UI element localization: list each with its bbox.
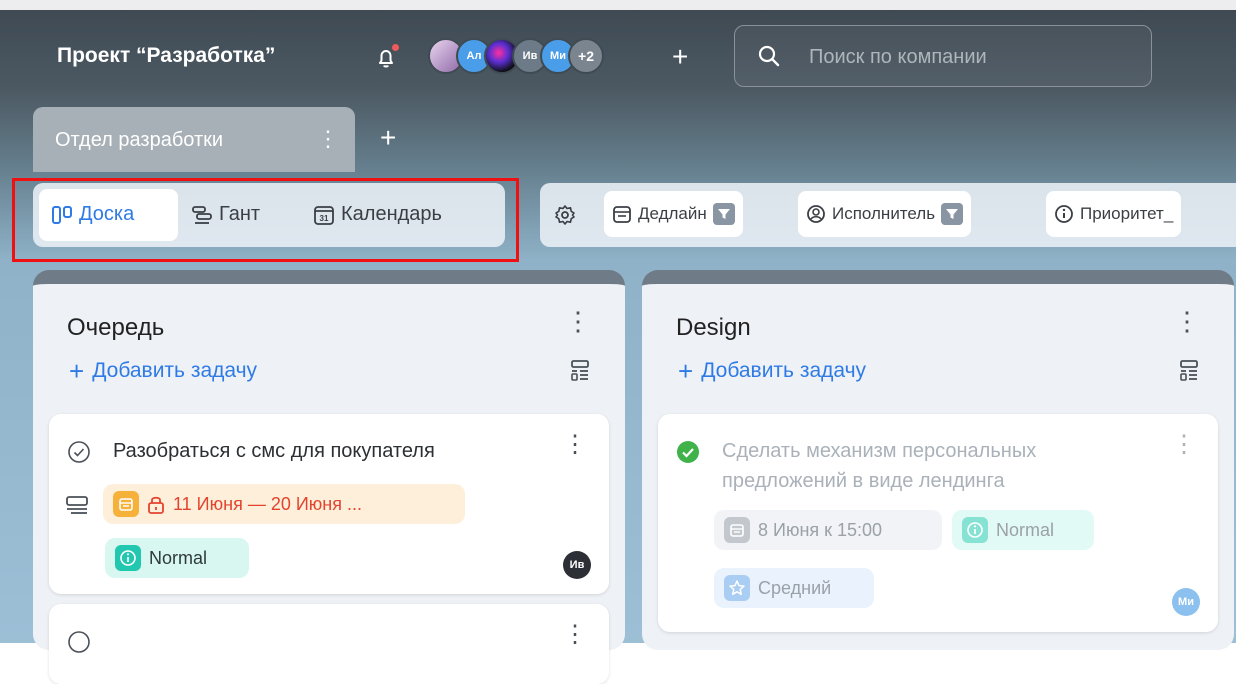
card-kebab-icon[interactable]: ⋮	[563, 430, 587, 459]
deadline-badge[interactable]: 8 Июня к 15:00	[714, 510, 942, 550]
add-task-button[interactable]: + Добавить задачу	[69, 356, 258, 386]
check-done-icon[interactable]	[676, 440, 700, 464]
check-circle-icon[interactable]	[67, 630, 91, 654]
column-kebab-icon[interactable]: ⋮	[1174, 306, 1200, 337]
task-title[interactable]: Сделать механизм персональных предложени…	[722, 436, 1036, 496]
app-window: Проект “Разработка” Ал Ив Ми +2 + Поиск …	[0, 0, 1236, 684]
lock-icon	[148, 496, 164, 514]
notification-dot	[392, 44, 399, 51]
deadline-text: 8 Июня к 15:00	[758, 519, 883, 540]
priority-text: Normal	[996, 519, 1055, 540]
filter-priority[interactable]: Приоритет_	[1046, 191, 1182, 237]
info-icon	[1055, 205, 1073, 223]
calendar-icon	[113, 491, 139, 517]
assignee-avatar[interactable]: Ив	[563, 551, 591, 579]
add-tab-icon[interactable]: +	[380, 122, 396, 154]
filter-deadline[interactable]: Дедлайн	[604, 191, 743, 237]
column-queue: Очередь ⋮ + Добавить задачу Разобраться …	[33, 270, 625, 684]
filter-assignee[interactable]: Исполнитель	[798, 191, 972, 237]
highlight-frame	[12, 178, 519, 262]
column-kebab-icon[interactable]: ⋮	[565, 306, 591, 337]
task-title[interactable]: Разобраться с смс для покупателя	[113, 436, 435, 466]
tab-department[interactable]: Отдел разработки ⋮	[33, 107, 355, 172]
settings-gear-icon[interactable]	[554, 204, 576, 226]
tag-text: Средний	[758, 577, 832, 598]
task-title-line: предложений в виде лендинга	[722, 470, 1005, 492]
plus-icon: +	[678, 356, 694, 386]
filter-bar: Дедлайн Исполнитель Приоритет_	[540, 183, 1236, 247]
tab-kebab-icon[interactable]: ⋮	[317, 126, 339, 152]
deadline-badge[interactable]: 11 Июня — 20 Июня ...	[103, 484, 465, 524]
column-title: Design	[676, 314, 751, 341]
subtasks-icon	[66, 496, 88, 514]
task-card[interactable]: Разобраться с смс для покупателя ⋮ 11 Ию…	[49, 414, 609, 594]
add-task-label: Добавить задачу	[92, 359, 258, 382]
user-circle-icon	[807, 205, 825, 223]
search-input[interactable]: Поиск по компании	[734, 25, 1152, 87]
plus-icon: +	[69, 356, 85, 386]
star-icon	[724, 575, 750, 601]
column-settings-icon[interactable]	[569, 358, 591, 382]
add-task-button[interactable]: + Добавить задачу	[678, 356, 867, 386]
funnel-icon[interactable]	[712, 203, 735, 225]
task-card[interactable]: ⋮	[49, 604, 609, 684]
info-icon	[962, 517, 988, 543]
calendar-icon	[613, 206, 631, 223]
funnel-icon[interactable]	[941, 203, 964, 225]
task-title-line: Сделать механизм персональных	[722, 440, 1037, 462]
search-icon	[758, 45, 780, 67]
filter-assignee-label: Исполнитель	[832, 204, 936, 223]
tag-badge[interactable]: Средний	[714, 568, 874, 608]
priority-text: Normal	[149, 547, 208, 568]
project-title[interactable]: Проект “Разработка”	[57, 44, 275, 68]
info-icon	[115, 545, 141, 571]
column-design: Design ⋮ + Добавить задачу Сделать механ…	[642, 270, 1234, 650]
member-avatars[interactable]: Ал Ив Ми +2	[428, 38, 604, 76]
more-members-badge[interactable]: +2	[568, 38, 604, 74]
add-member-icon[interactable]: +	[672, 43, 688, 71]
tab-label: Отдел разработки	[55, 129, 224, 151]
filter-priority-label: Приоритет_	[1080, 204, 1174, 223]
priority-badge[interactable]: Normal	[105, 538, 249, 578]
search-placeholder: Поиск по компании	[809, 46, 987, 68]
task-card-completed[interactable]: Сделать механизм персональных предложени…	[658, 414, 1218, 632]
filter-deadline-label: Дедлайн	[638, 204, 707, 223]
column-settings-icon[interactable]	[1178, 358, 1200, 382]
column-title: Очередь	[67, 314, 165, 341]
card-kebab-icon[interactable]: ⋮	[1172, 430, 1196, 459]
add-task-label: Добавить задачу	[701, 359, 867, 382]
assignee-avatar[interactable]: Ми	[1172, 588, 1200, 616]
card-kebab-icon[interactable]: ⋮	[563, 620, 587, 649]
priority-badge[interactable]: Normal	[952, 510, 1094, 550]
deadline-text: 11 Июня — 20 Июня ...	[173, 493, 362, 514]
check-circle-icon[interactable]	[67, 440, 91, 464]
calendar-icon	[724, 517, 750, 543]
